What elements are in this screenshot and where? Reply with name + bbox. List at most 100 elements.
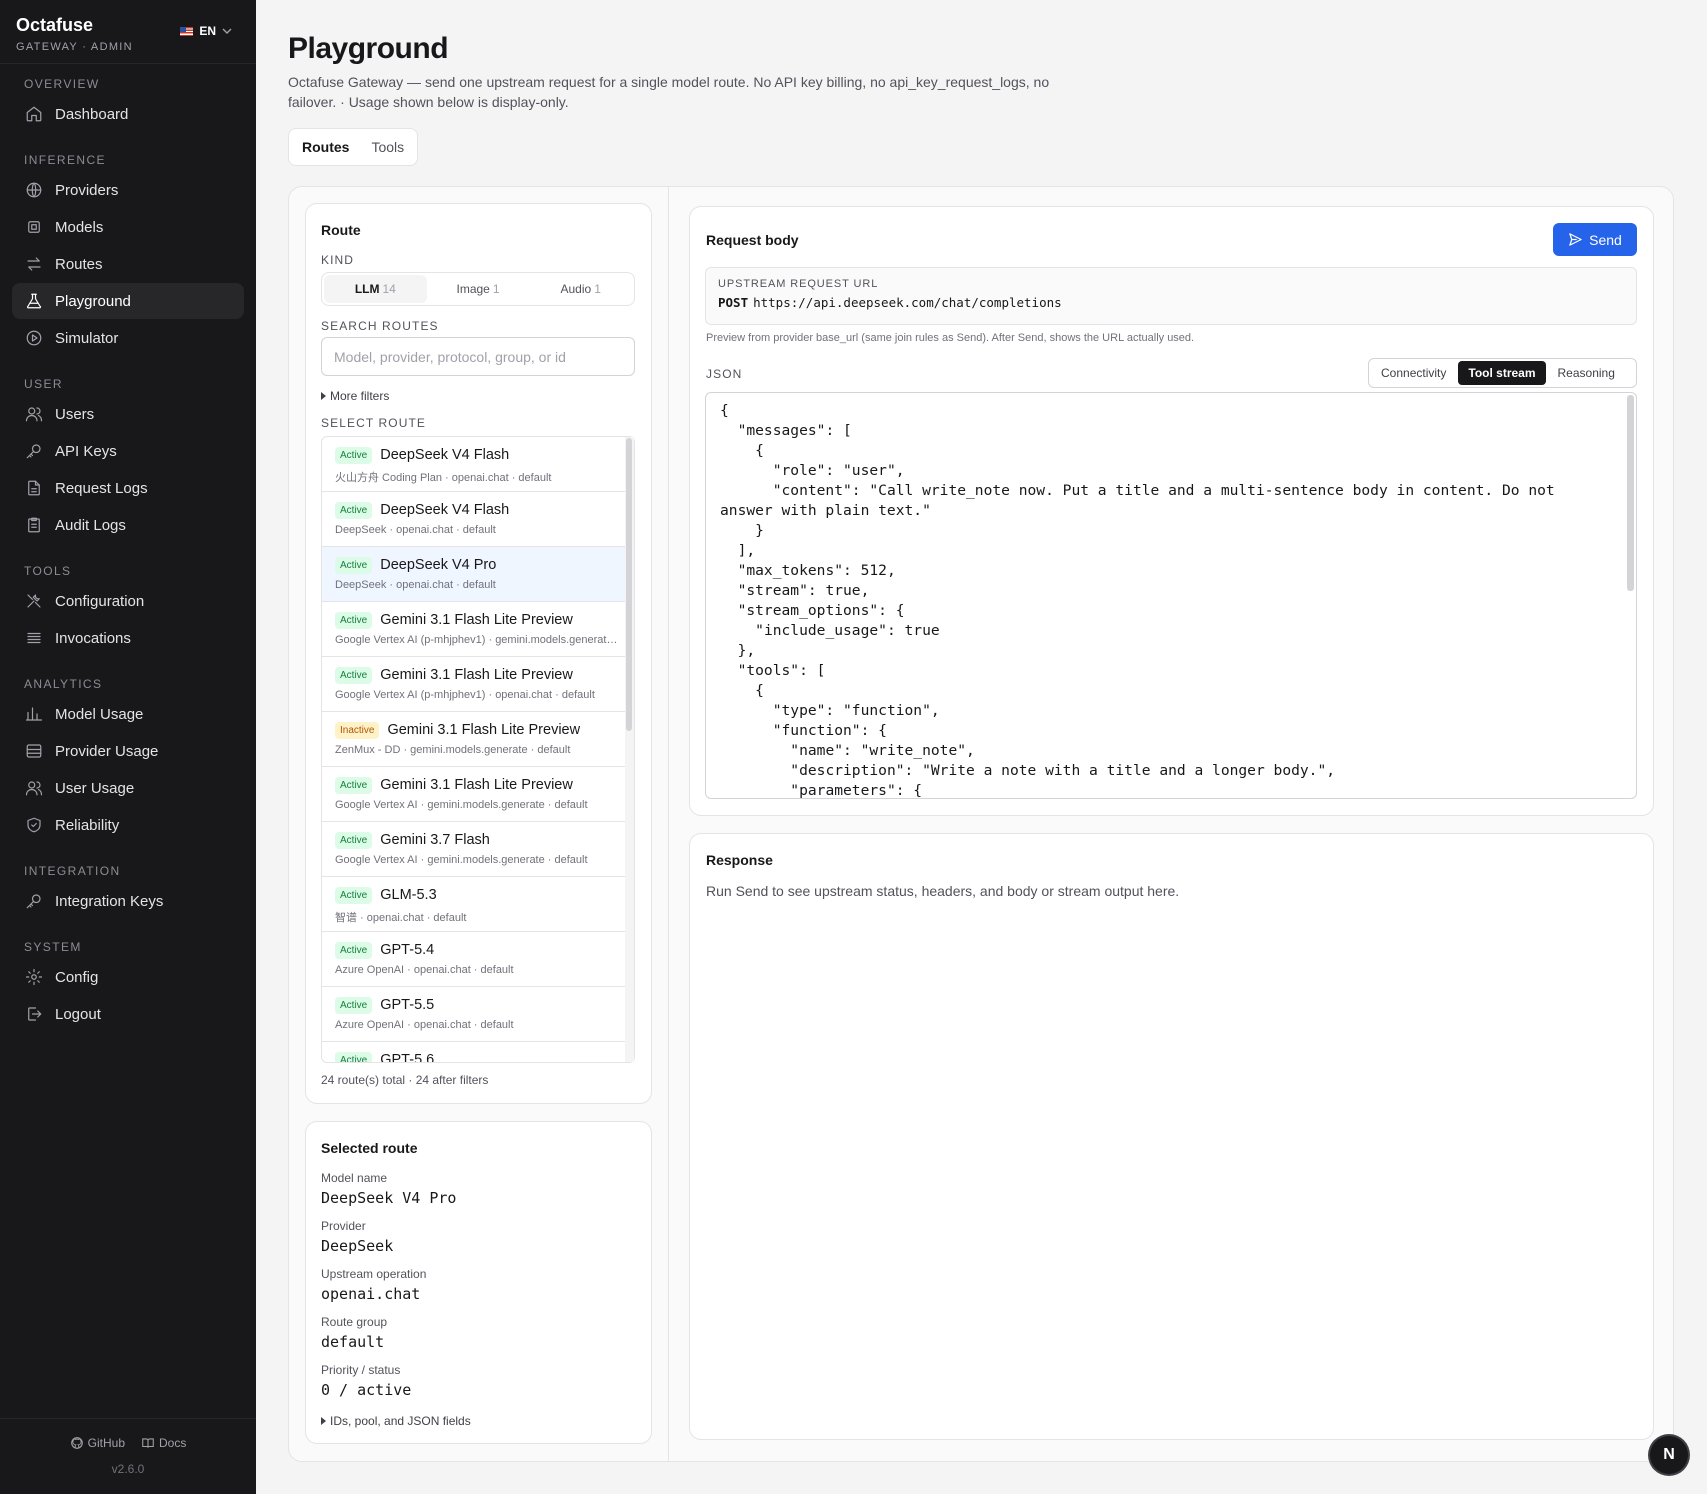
route-list: Active DeepSeek V4 Flash 火山方舟 Coding Plan… <box>321 436 635 1063</box>
nav-item-playground[interactable]: Playground <box>12 283 244 319</box>
logout-icon <box>28 1007 42 1021</box>
route-list-item[interactable]: Active Gemini 3.1 Flash Lite Preview Goog… <box>322 657 626 712</box>
status-badge: Active <box>335 446 373 464</box>
route-list-item[interactable]: Inactive Gemini 3.1 Flash Lite Preview Ze… <box>322 712 626 767</box>
response-placeholder: Run Send to see upstream status, headers… <box>706 883 1180 899</box>
nav-item-invocations[interactable]: Invocations <box>12 620 244 656</box>
route-list-item[interactable]: Active Gemini 3.7 Flash Google Vertex AI … <box>322 822 626 877</box>
route-list-item[interactable]: Active Gemini 3.1 Flash Lite Preview Goog… <box>322 602 626 657</box>
more-filters-toggle[interactable]: More filters <box>321 389 389 403</box>
route-name: GLM-5.3 <box>380 887 437 903</box>
nav-label: Simulator <box>55 329 119 347</box>
nav-label: Routes <box>55 255 103 273</box>
send-icon <box>1569 233 1582 246</box>
selected-route-title: Selected route <box>321 1140 418 1156</box>
nav-item-integration-keys[interactable]: Integration Keys <box>12 883 244 919</box>
preset-connectivity[interactable]: Connectivity <box>1371 361 1456 385</box>
nav-item-provider-usage[interactable]: Provider Usage <box>12 733 244 769</box>
globe-icon <box>26 182 42 198</box>
nav-item-users[interactable]: Users <box>12 396 244 432</box>
nav-item-models[interactable]: Models <box>12 209 244 245</box>
status-badge: Inactive <box>335 721 380 739</box>
route-meta: DeepSeek · openai.chat · default <box>335 579 496 591</box>
status-badge: Active <box>335 831 373 849</box>
route-list-item-selected[interactable]: Active DeepSeek V4 Pro DeepSeek · openai.… <box>322 547 626 602</box>
tab-tools[interactable]: Tools <box>361 132 414 162</box>
json-body-text[interactable]: { "messages": [ { "role": "user", "conte… <box>720 401 1600 798</box>
database-icon <box>26 744 42 758</box>
route-list-item[interactable]: Active GLM-5.3 智谱 · openai.chat · default <box>322 877 626 932</box>
kind-audio[interactable]: Audio 1 <box>529 275 632 303</box>
github-link[interactable]: GitHub <box>70 1436 125 1450</box>
kind-llm[interactable]: LLM 14 <box>324 275 427 303</box>
route-list-item[interactable]: Active Gemini 3.1 Flash Lite Preview Goog… <box>322 767 626 822</box>
route-list-item[interactable]: Active GPT-5.6 <box>322 1042 626 1062</box>
search-routes-input[interactable] <box>321 337 635 376</box>
nav-item-dashboard[interactable]: Dashboard <box>12 96 244 132</box>
preset-tool-stream[interactable]: Tool stream <box>1458 361 1546 385</box>
cpu-icon <box>28 221 40 233</box>
ids-json-toggle[interactable]: IDs, pool, and JSON fields <box>321 1414 471 1428</box>
json-editor[interactable]: { "messages": [ { "role": "user", "conte… <box>705 392 1637 799</box>
kind-image[interactable]: Image 1 <box>427 275 530 303</box>
kind-llm-count: 14 <box>382 282 396 296</box>
tab-routes[interactable]: Routes <box>292 132 360 162</box>
nav-label: Config <box>55 968 99 986</box>
page-tabs: Routes Tools <box>288 128 419 166</box>
nav-item-user-usage[interactable]: User Usage <box>12 770 244 806</box>
nav-label: Logout <box>55 1005 101 1023</box>
file-text-icon <box>28 480 40 496</box>
nav-item-config[interactable]: Config <box>12 959 244 995</box>
nav-label: Playground <box>55 292 131 310</box>
nav-item-api-keys[interactable]: API Keys <box>12 433 244 469</box>
nav-item-reliability[interactable]: Reliability <box>12 807 244 843</box>
route-name: DeepSeek V4 Flash <box>380 502 510 518</box>
route-list-item[interactable]: Active DeepSeek V4 Flash DeepSeek · opena… <box>322 492 626 547</box>
route-meta: Azure OpenAI · openai.chat · default <box>335 964 514 976</box>
route-meta: Google Vertex AI · gemini.models.generat… <box>335 854 588 866</box>
brand-header: Octafuse GATEWAY · ADMIN EN <box>0 0 256 64</box>
nav-item-request-logs[interactable]: Request Logs <box>12 470 244 506</box>
language-switcher[interactable]: EN <box>180 24 232 38</box>
route-name: Gemini 3.1 Flash Lite Preview <box>387 722 581 738</box>
us-flag-icon <box>180 26 194 36</box>
ids-json-label: IDs, pool, and JSON fields <box>330 1414 471 1428</box>
preset-reasoning[interactable]: Reasoning <box>1548 361 1625 385</box>
panel-divider[interactable] <box>668 187 669 1461</box>
route-list-item[interactable]: Active GPT-5.4 Azure OpenAI · openai.chat… <box>322 932 626 987</box>
route-list-item[interactable]: Active GPT-5.5 Azure OpenAI · openai.chat… <box>322 987 626 1042</box>
nav-item-configuration[interactable]: Configuration <box>12 583 244 619</box>
nav-item-simulator[interactable]: Simulator <box>12 320 244 356</box>
docs-link[interactable]: Docs <box>141 1436 186 1450</box>
nav-section-inference: INFERENCE <box>24 153 106 167</box>
nav-item-logout[interactable]: Logout <box>12 996 244 1032</box>
upstream-url-box: UPSTREAM REQUEST URL POST https://api.dee… <box>705 267 1637 325</box>
route-name: DeepSeek V4 Pro <box>380 557 497 573</box>
status-badge: Active <box>335 776 373 794</box>
route-name: Gemini 3.1 Flash Lite Preview <box>380 777 573 793</box>
nav-label: Models <box>55 218 104 236</box>
status-badge: Active <box>335 611 373 629</box>
nav-item-audit-logs[interactable]: Audit Logs <box>12 507 244 543</box>
assistant-fab[interactable]: N <box>1650 1436 1688 1474</box>
select-route-label: SELECT ROUTE <box>321 416 426 430</box>
page-description: Octafuse Gateway — send one upstream req… <box>288 74 1050 110</box>
nav-section-analytics: ANALYTICS <box>24 677 103 691</box>
route-meta: ZenMux - DD · gemini.models.generate · d… <box>335 744 571 756</box>
caret-right-icon <box>321 392 326 400</box>
nav-item-providers[interactable]: Providers <box>12 172 244 208</box>
nav-label: Reliability <box>55 816 120 834</box>
nav-section-integration: INTEGRATION <box>24 864 121 878</box>
route-name: GPT-5.4 <box>380 942 435 958</box>
home-icon <box>26 106 42 122</box>
send-button[interactable]: Send <box>1553 223 1637 256</box>
sidebar-footer: GitHub Docs v2.6.0 <box>0 1418 256 1494</box>
nav-item-model-usage[interactable]: Model Usage <box>12 696 244 732</box>
nav-label: Model Usage <box>55 705 144 723</box>
nav-item-routes[interactable]: Routes <box>12 246 244 282</box>
route-count: 24 route(s) total · 24 after filters <box>321 1073 489 1087</box>
json-editor-scrollbar[interactable] <box>1627 395 1634 591</box>
route-list-scrollbar[interactable] <box>626 438 632 731</box>
route-list-item[interactable]: Active DeepSeek V4 Flash 火山方舟 Coding Plan… <box>322 437 626 492</box>
flask-icon <box>26 293 42 309</box>
